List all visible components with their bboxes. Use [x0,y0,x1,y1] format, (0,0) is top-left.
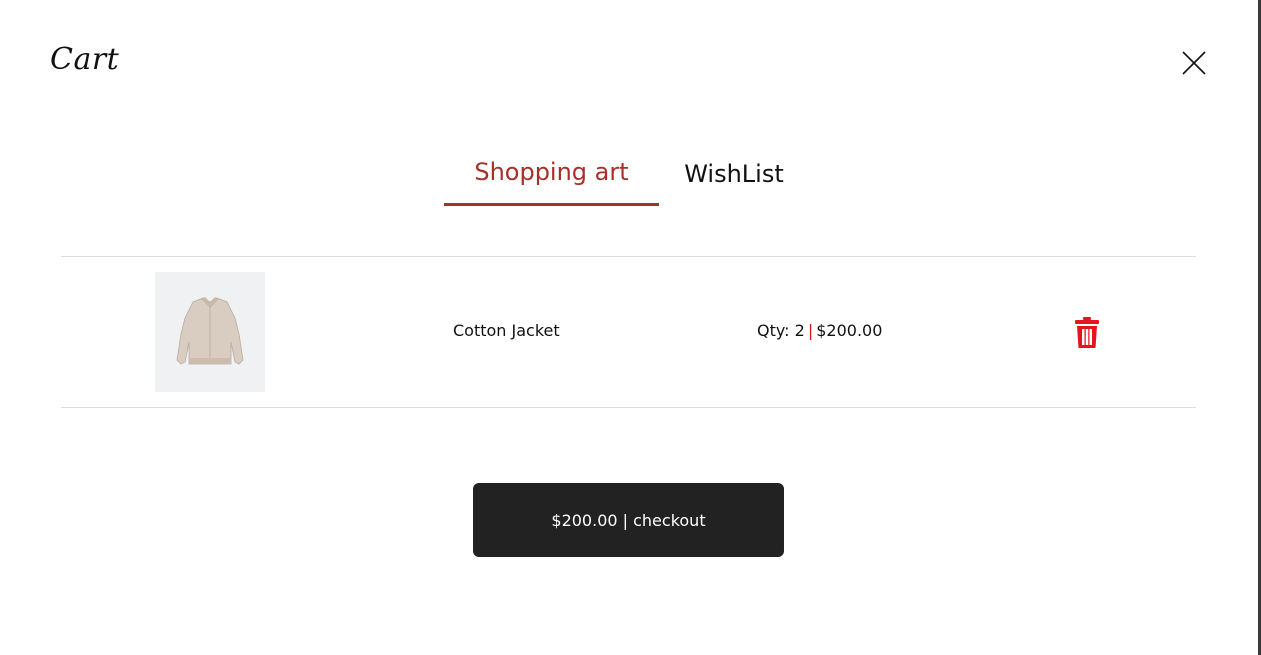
product-name[interactable]: Cotton Jacket [453,321,560,340]
close-button[interactable] [1181,50,1207,76]
tab-wishlist[interactable]: WishList [659,150,809,206]
qty-label: Qty: 2 [757,321,805,340]
trash-icon [1075,317,1099,348]
cart-title: Cart [50,42,120,77]
qty-separator: | [807,321,814,340]
item-price: $200.00 [816,321,883,340]
jacket-image [176,297,244,365]
divider [61,407,1196,408]
cart-item-row: Cotton Jacket Qty: 2 | $200.00 [61,257,1196,407]
cart-tabs: Shopping art WishList [444,150,809,206]
close-icon [1182,51,1206,75]
cart-panel: Cart Shopping art WishList Cotton Jacket [0,0,1261,655]
checkout-button[interactable]: $200.00 | checkout [473,483,784,557]
tab-shopping-cart[interactable]: Shopping art [444,150,659,206]
product-image[interactable] [155,272,265,392]
delete-item-button[interactable] [1074,317,1100,349]
product-qty-price: Qty: 2 | $200.00 [757,321,882,340]
